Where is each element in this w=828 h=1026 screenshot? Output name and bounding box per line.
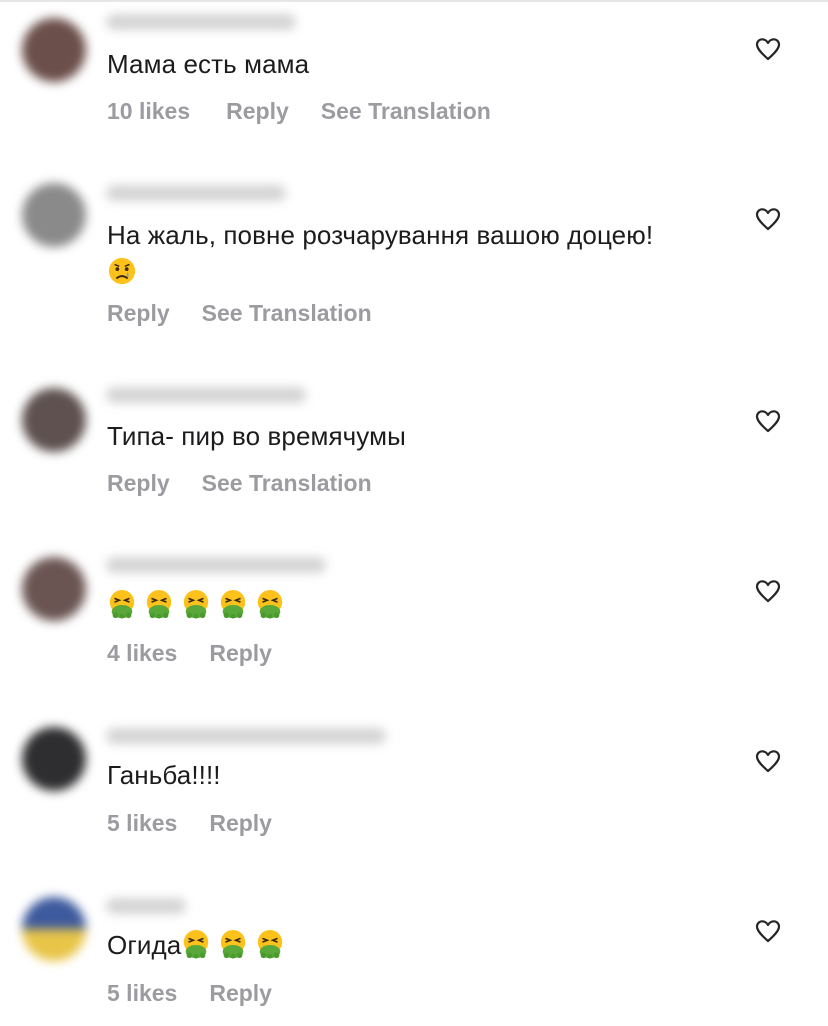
comment-text: Типа- пир во времячумы <box>107 419 737 453</box>
like-count[interactable]: 4 likes <box>107 640 177 666</box>
heart-outline-icon[interactable] <box>755 579 781 603</box>
reply-button[interactable]: Reply <box>209 980 272 1006</box>
vomiting-face-emoji <box>109 589 135 619</box>
comment-text: На жаль, повне розчарування вашою доцею! <box>107 218 737 289</box>
comment-text-content: Типа- пир во времячумы <box>107 421 406 451</box>
vomiting-face-emoji <box>257 589 283 619</box>
see-translation-button[interactable]: See Translation <box>321 98 491 124</box>
comment-text: Огида <box>107 928 737 962</box>
avatar[interactable] <box>22 183 86 247</box>
emoji-row <box>107 589 292 620</box>
heart-outline-icon[interactable] <box>755 37 781 61</box>
comment-actions: Reply See Translation <box>107 470 404 497</box>
like-count[interactable]: 5 likes <box>107 810 177 836</box>
username-blurred[interactable] <box>106 728 386 744</box>
avatar[interactable] <box>22 388 86 452</box>
comment-text-content: Мама есть мама <box>107 49 310 79</box>
comment-text: Мама есть мама <box>107 47 737 81</box>
top-divider <box>0 0 828 2</box>
comment-actions: 5 likes Reply <box>107 810 304 837</box>
comment-text-content: Ганьба!!!! <box>107 760 221 790</box>
avatar[interactable] <box>22 18 86 82</box>
username-blurred[interactable] <box>106 14 296 30</box>
comment-text: Ганьба!!!! <box>107 758 737 792</box>
reply-button[interactable]: Reply <box>226 98 289 124</box>
username-blurred[interactable] <box>106 185 286 201</box>
like-count[interactable]: 10 likes <box>107 98 190 124</box>
vomiting-face-emoji <box>146 589 172 619</box>
avatar[interactable] <box>22 897 86 961</box>
vomiting-face-emoji <box>184 929 209 959</box>
username-blurred[interactable] <box>106 387 306 403</box>
username-blurred[interactable] <box>106 898 186 914</box>
comment-text-content: На жаль, повне розчарування вашою доцею! <box>107 220 654 250</box>
comment-actions: 4 likes Reply <box>107 640 304 667</box>
avatar[interactable] <box>22 557 86 621</box>
comment-actions: 10 likes Reply See Translation <box>107 98 523 125</box>
vomiting-face-emoji <box>183 589 209 619</box>
see-translation-button[interactable]: See Translation <box>202 300 372 326</box>
crying-face-emoji <box>108 257 136 285</box>
heart-outline-icon[interactable] <box>755 919 781 943</box>
comment-text <box>107 588 737 624</box>
vomiting-face-emoji <box>221 929 246 959</box>
reply-button[interactable]: Reply <box>107 470 170 496</box>
vomiting-face-emoji <box>220 589 246 619</box>
vomiting-face-emoji <box>258 929 283 959</box>
heart-outline-icon[interactable] <box>755 409 781 433</box>
heart-outline-icon[interactable] <box>755 749 781 773</box>
avatar[interactable] <box>22 727 86 791</box>
username-blurred[interactable] <box>106 557 326 573</box>
like-count[interactable]: 5 likes <box>107 980 177 1006</box>
reply-button[interactable]: Reply <box>107 300 170 326</box>
comment-text-content: Огида <box>107 930 182 960</box>
comment-actions: Reply See Translation <box>107 300 404 327</box>
reply-button[interactable]: Reply <box>209 640 272 666</box>
comment-actions: 5 likes Reply <box>107 980 304 1007</box>
see-translation-button[interactable]: See Translation <box>202 470 372 496</box>
reply-button[interactable]: Reply <box>209 810 272 836</box>
heart-outline-icon[interactable] <box>755 207 781 231</box>
